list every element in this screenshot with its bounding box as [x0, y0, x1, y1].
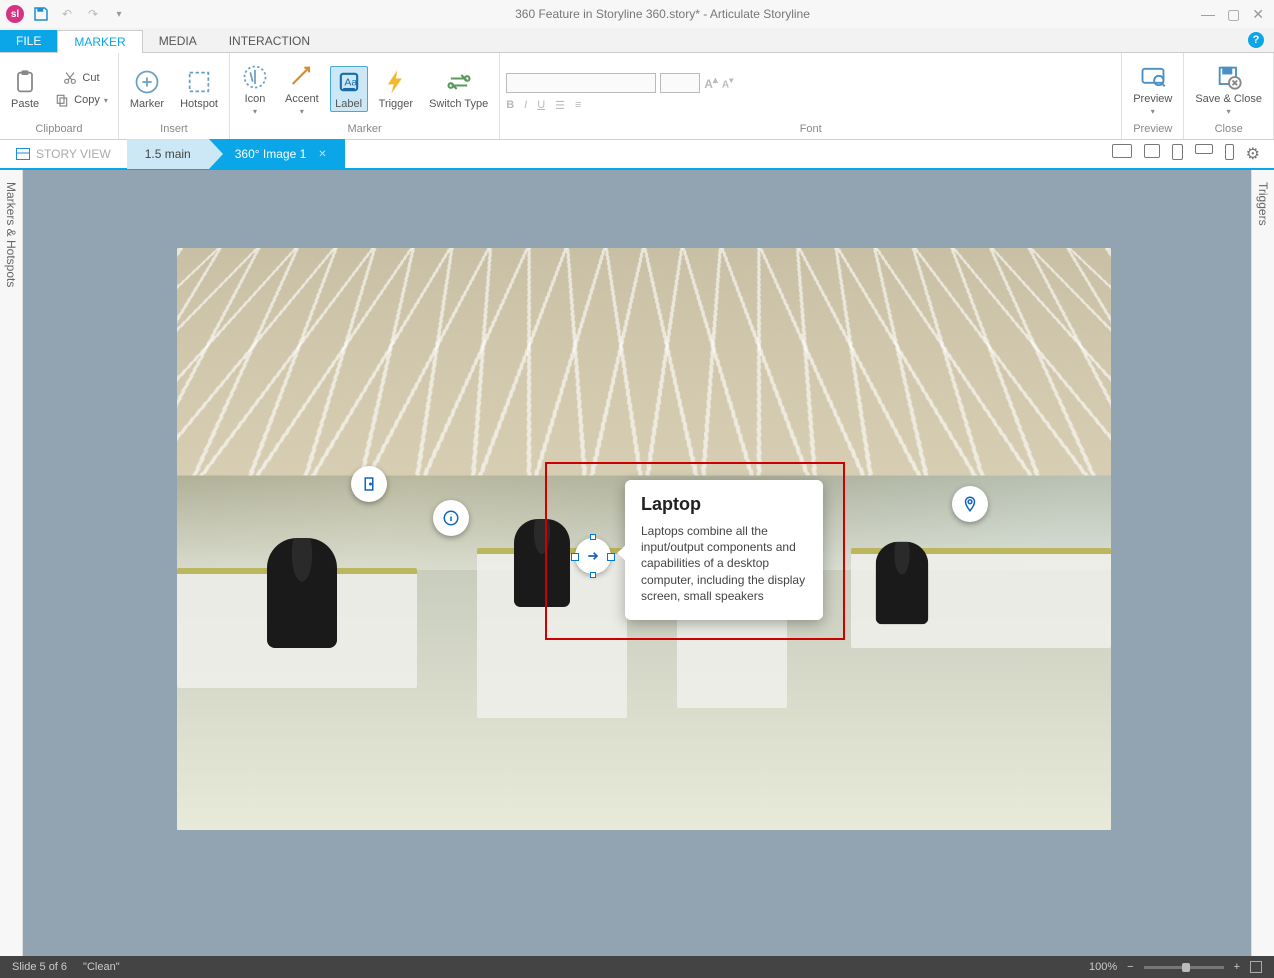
fit-to-window-icon[interactable] — [1250, 961, 1262, 973]
ribbon-group-insert: Marker Hotspot Insert — [119, 53, 230, 139]
switch-type-button[interactable]: Switch Type — [424, 66, 493, 112]
bold-icon[interactable]: B — [506, 99, 514, 112]
gear-icon[interactable]: ⚙ — [1246, 144, 1260, 164]
marker-arrow-selected[interactable] — [575, 538, 611, 574]
zoom-in-icon[interactable]: + — [1234, 961, 1240, 973]
paste-button[interactable]: Paste — [6, 66, 44, 112]
trigger-button[interactable]: Trigger — [374, 66, 418, 112]
marker-location[interactable] — [952, 486, 988, 522]
undo-icon[interactable]: ↶ — [58, 5, 76, 23]
insert-marker-button[interactable]: Marker — [125, 66, 169, 112]
insert-hotspot-label: Hotspot — [180, 98, 218, 110]
italic-icon[interactable]: I — [524, 99, 527, 112]
preview-button[interactable]: Preview▾ — [1128, 61, 1177, 118]
phone-landscape-icon[interactable] — [1195, 144, 1213, 154]
tablet-landscape-icon[interactable] — [1144, 144, 1160, 158]
phone-portrait-icon[interactable] — [1225, 144, 1234, 160]
bullets-icon[interactable]: ☰ — [555, 99, 565, 112]
ribbon-group-font: A▴ A▾ B I U ☰ ≡ Font — [500, 53, 1122, 139]
insert-hotspot-button[interactable]: Hotspot — [175, 66, 223, 112]
save-close-label: Save & Close — [1195, 93, 1262, 105]
ribbon-group-marker: Icon▾ Accent▾ Aa Label Trigger Switch Ty… — [230, 53, 500, 139]
preview-group-label: Preview — [1128, 123, 1177, 137]
marker-info[interactable] — [433, 500, 469, 536]
title-bar: sl ↶ ↷ ▾ 360 Feature in Storyline 360.st… — [0, 0, 1274, 28]
font-group-label: Font — [506, 123, 1115, 137]
layout-name: "Clean" — [83, 961, 120, 973]
tab-media[interactable]: MEDIA — [143, 30, 213, 52]
redo-icon[interactable]: ↷ — [84, 5, 102, 23]
canvas[interactable]: Laptop Laptops combine all the input/out… — [23, 170, 1251, 956]
marker-group-label: Marker — [236, 123, 493, 137]
story-view-icon — [16, 148, 30, 160]
save-close-button[interactable]: Save & Close▾ — [1190, 61, 1267, 118]
marker-door[interactable] — [351, 466, 387, 502]
insert-group-label: Insert — [125, 123, 223, 137]
zoom-slider[interactable] — [1144, 966, 1224, 969]
breadcrumb-360-image[interactable]: 360° Image 1✕ — [209, 139, 345, 169]
app-logo-icon: sl — [6, 5, 24, 23]
label-button[interactable]: Aa Label — [330, 66, 368, 112]
label-button-label: Label — [335, 98, 362, 110]
ribbon-group-clipboard: Paste Cut Copy▾ Clipboard — [0, 53, 119, 139]
ribbon: Paste Cut Copy▾ Clipboard Marker — [0, 52, 1274, 140]
callout-title: Laptop — [641, 494, 807, 515]
breadcrumb-bar: STORY VIEW 1.5 main 360° Image 1✕ ⚙ — [0, 140, 1274, 170]
copy-label: Copy — [74, 94, 100, 106]
breadcrumb-main[interactable]: 1.5 main — [127, 139, 209, 169]
maximize-icon[interactable]: ▢ — [1227, 7, 1240, 21]
cut-button[interactable]: Cut — [50, 68, 112, 88]
story-view-label: STORY VIEW — [36, 147, 111, 161]
switch-type-label: Switch Type — [429, 98, 488, 110]
cut-label: Cut — [82, 72, 99, 84]
tab-file[interactable]: FILE — [0, 30, 57, 52]
insert-marker-label: Marker — [130, 98, 164, 110]
tablet-portrait-icon[interactable] — [1172, 144, 1183, 160]
ribbon-group-close: Save & Close▾ Close — [1184, 53, 1274, 139]
stage-360-image[interactable]: Laptop Laptops combine all the input/out… — [177, 248, 1111, 830]
icon-button[interactable]: Icon▾ — [236, 61, 274, 118]
zoom-out-icon[interactable]: − — [1127, 961, 1133, 973]
accent-button[interactable]: Accent▾ — [280, 61, 324, 118]
shrink-font-icon[interactable]: A▾ — [722, 75, 733, 90]
callout-body: Laptops combine all the input/output com… — [641, 523, 807, 604]
status-bar: Slide 5 of 6 "Clean" 100% − + — [0, 956, 1274, 978]
triggers-panel-tab[interactable]: Triggers — [1251, 170, 1274, 956]
marker-label-callout[interactable]: Laptop Laptops combine all the input/out… — [625, 480, 823, 620]
qat-dropdown-icon[interactable]: ▾ — [110, 5, 128, 23]
work-area: Markers & Hotspots Laptop Laptops combin… — [0, 170, 1274, 956]
zoom-value: 100% — [1089, 961, 1117, 973]
ribbon-tabs: FILE MARKER MEDIA INTERACTION ? — [0, 28, 1274, 52]
tab-marker[interactable]: MARKER — [57, 30, 142, 53]
font-size-select[interactable] — [660, 73, 700, 93]
copy-button[interactable]: Copy▾ — [50, 90, 112, 110]
help-icon[interactable]: ? — [1248, 32, 1264, 48]
icon-button-label: Icon — [245, 93, 266, 105]
accent-button-label: Accent — [285, 93, 319, 105]
close-icon[interactable]: ✕ — [1252, 7, 1264, 21]
clipboard-group-label: Clipboard — [6, 123, 112, 137]
underline-icon[interactable]: U — [537, 99, 545, 112]
story-view-button[interactable]: STORY VIEW — [0, 147, 127, 161]
font-family-select[interactable] — [506, 73, 656, 93]
window-title: 360 Feature in Storyline 360.story* - Ar… — [134, 7, 1191, 21]
save-icon[interactable] — [32, 5, 50, 23]
ribbon-group-preview: Preview▾ Preview — [1122, 53, 1184, 139]
close-tab-icon[interactable]: ✕ — [318, 149, 326, 160]
close-group-label: Close — [1190, 123, 1267, 137]
numbering-icon[interactable]: ≡ — [575, 99, 581, 112]
minimize-icon[interactable]: — — [1201, 7, 1215, 21]
preview-button-label: Preview — [1133, 93, 1172, 105]
markers-hotspots-panel-tab[interactable]: Markers & Hotspots — [0, 170, 23, 956]
slide-indicator: Slide 5 of 6 — [12, 961, 67, 973]
paste-label: Paste — [11, 98, 39, 110]
grow-font-icon[interactable]: A▴ — [704, 75, 718, 91]
svg-text:Aa: Aa — [344, 77, 357, 89]
desktop-icon[interactable] — [1112, 144, 1132, 158]
tab-interaction[interactable]: INTERACTION — [213, 30, 326, 52]
trigger-button-label: Trigger — [379, 98, 413, 110]
